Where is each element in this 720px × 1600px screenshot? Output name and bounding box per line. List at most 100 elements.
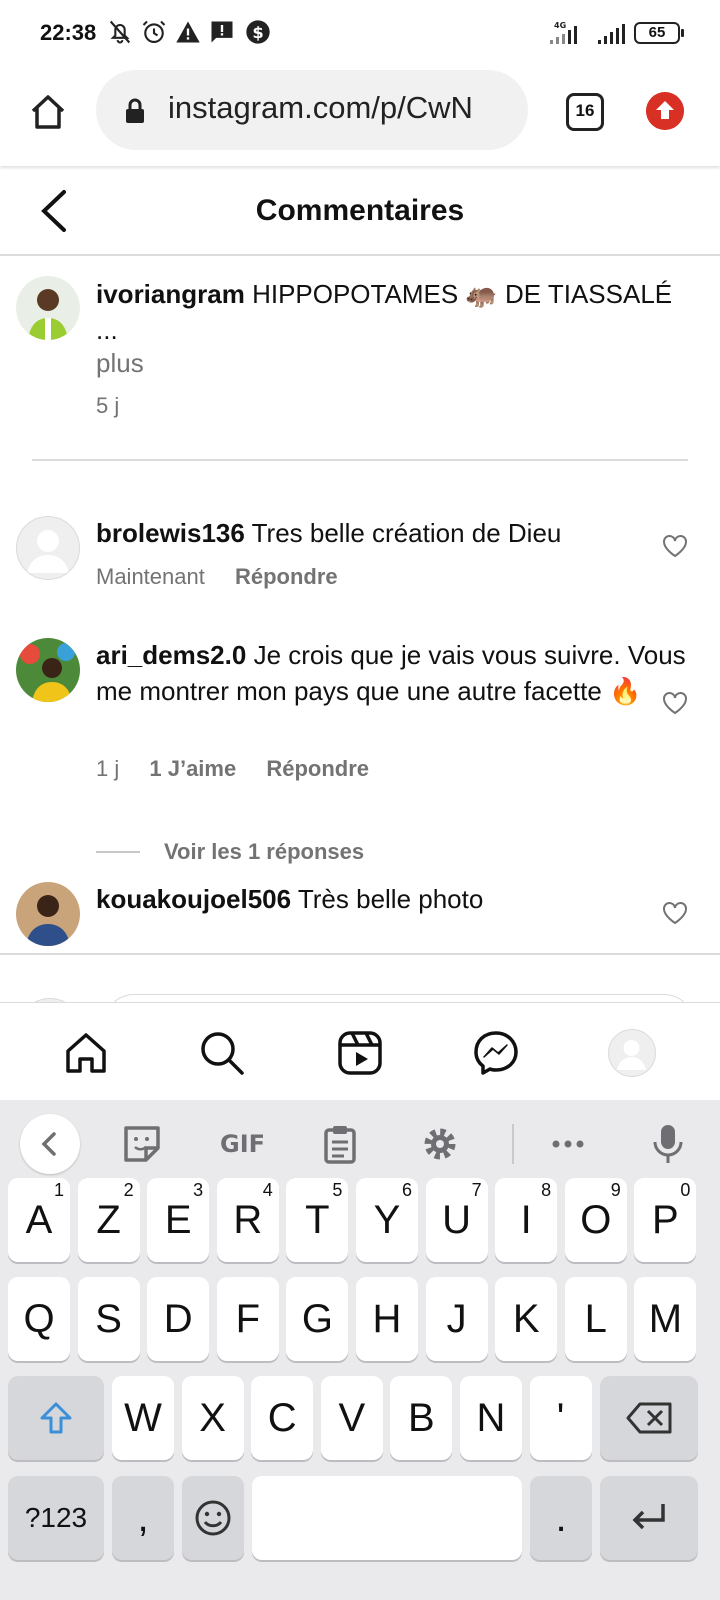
key-l[interactable]: L (564, 1277, 627, 1361)
enter-icon (632, 1504, 665, 1530)
post-username[interactable]: ivoriangram (96, 279, 245, 309)
key-z-number: 2 (123, 1180, 134, 1200)
key-apostrophe[interactable]: ' (529, 1376, 592, 1460)
key-x-label: X (199, 1396, 226, 1440)
emoji-key[interactable] (182, 1476, 244, 1560)
key-a[interactable]: A1 (8, 1178, 70, 1262)
profile-avatar[interactable] (608, 1029, 656, 1077)
comment-username[interactable]: ari_dems2.0 (96, 640, 246, 670)
key-z[interactable]: Z2 (77, 1178, 140, 1262)
message-alert-icon (211, 21, 233, 43)
comment-text: ari_dems2.0 Je crois que je vais vous su… (96, 637, 686, 709)
key-u-number: 7 (471, 1180, 482, 1200)
avatar-ivoriangram[interactable] (16, 276, 80, 340)
comment-input-divider (0, 953, 720, 955)
comment-likes[interactable]: 1 J’aime (149, 756, 236, 781)
key-e[interactable]: E3 (147, 1178, 210, 1262)
key-w[interactable]: W (112, 1376, 174, 1460)
symbols-key[interactable]: ?123 (8, 1476, 104, 1560)
key-b[interactable]: B (390, 1376, 453, 1460)
space-key[interactable] (252, 1476, 522, 1560)
more-icon[interactable] (546, 1122, 590, 1166)
like-heart-icon[interactable] (662, 534, 688, 558)
warning-icon (176, 21, 200, 43)
key-f[interactable]: F (216, 1277, 279, 1361)
key-m[interactable]: M (634, 1277, 697, 1361)
key-v-label: V (338, 1396, 366, 1440)
key-y[interactable]: Y6 (356, 1178, 418, 1262)
key-g[interactable]: G (286, 1277, 349, 1361)
avatar-ari-dems[interactable] (16, 638, 80, 702)
key-a-number: 1 (53, 1180, 64, 1200)
key-p-number: 0 (680, 1180, 691, 1200)
home-icon[interactable] (62, 1029, 110, 1077)
gear-icon[interactable] (418, 1122, 462, 1166)
comment-text: brolewis136 Tres belle création de Dieu (96, 515, 686, 551)
post-age: 5 j (96, 393, 120, 418)
backspace-key[interactable] (600, 1376, 698, 1460)
comment-body: Très belle photo (297, 884, 484, 914)
key-s-label: S (95, 1297, 122, 1341)
update-arrow-icon[interactable] (646, 92, 684, 130)
key-o[interactable]: O9 (564, 1178, 627, 1262)
key-y-number: 6 (401, 1180, 412, 1200)
view-replies-link[interactable]: Voir les 1 réponses (96, 839, 364, 865)
signal-4g-icon: 4G (550, 21, 577, 44)
messenger-icon[interactable] (472, 1029, 520, 1077)
clipboard-icon[interactable] (318, 1122, 362, 1166)
keyboard-collapse-button[interactable] (20, 1114, 80, 1174)
post-caption: ivoriangram HIPPOPOTAMES 🦛 DE TIASSALÉ (96, 276, 686, 312)
caption-ellipsis: ... (96, 315, 118, 345)
reply-button[interactable]: Répondre (235, 564, 338, 589)
key-k-label: K (512, 1297, 540, 1341)
avatar-kouakoujoel506[interactable] (16, 882, 80, 946)
url-text[interactable]: instagram.com/p/CwN (168, 90, 508, 126)
comment-username[interactable]: kouakoujoel506 (96, 884, 291, 914)
alarm-icon (142, 20, 166, 43)
url-bar[interactable]: instagram.com/p/CwN (96, 70, 528, 150)
key-c[interactable]: C (251, 1376, 314, 1460)
status-bar: 22:38 $ 4G 65 (0, 0, 720, 66)
key-n[interactable]: N (460, 1376, 522, 1460)
sticker-icon[interactable] (120, 1122, 164, 1166)
view-replies-label[interactable]: Voir les 1 réponses (164, 839, 364, 865)
comma-key[interactable]: , (112, 1476, 174, 1560)
battery-indicator: 65 (634, 22, 684, 44)
microphone-icon[interactable] (646, 1122, 690, 1166)
tab-switcher-button[interactable]: 16 (566, 93, 604, 131)
shift-key[interactable] (8, 1376, 104, 1460)
comments-list[interactable]: ivoriangram HIPPOPOTAMES 🦛 DE TIASSALÉ .… (0, 256, 720, 953)
like-heart-icon[interactable] (662, 901, 688, 925)
search-icon[interactable] (198, 1029, 246, 1077)
key-k[interactable]: K (495, 1277, 558, 1361)
key-d[interactable]: D (147, 1277, 210, 1361)
enter-key[interactable] (600, 1476, 698, 1560)
key-apostrophe-label: ' (556, 1396, 565, 1440)
like-heart-icon[interactable] (662, 691, 688, 715)
key-h-label: H (372, 1297, 402, 1341)
key-i[interactable]: I8 (495, 1178, 558, 1262)
reply-button[interactable]: Répondre (266, 756, 369, 781)
caption-more-link[interactable]: plus (96, 348, 144, 379)
key-s[interactable]: S (77, 1277, 140, 1361)
key-v[interactable]: V (320, 1376, 383, 1460)
avatar-brolewis136[interactable] (16, 516, 80, 580)
key-i-number: 8 (541, 1180, 552, 1200)
reels-icon[interactable] (336, 1029, 384, 1077)
key-x[interactable]: X (181, 1376, 244, 1460)
key-r[interactable]: R4 (216, 1178, 279, 1262)
key-e-number: 3 (193, 1180, 204, 1200)
backspace-icon (626, 1402, 672, 1434)
key-p[interactable]: P0 (634, 1178, 697, 1262)
key-t[interactable]: T5 (286, 1178, 349, 1262)
key-q[interactable]: Q (8, 1277, 70, 1361)
key-h[interactable]: H (356, 1277, 418, 1361)
key-r-number: 4 (262, 1180, 273, 1200)
key-u[interactable]: U7 (425, 1178, 488, 1262)
browser-home-icon[interactable] (28, 92, 68, 132)
key-j[interactable]: J (425, 1277, 488, 1361)
comment-username[interactable]: brolewis136 (96, 518, 245, 548)
soft-keyboard: GIF ?123 , . A1Z2E3R4T5Y6U7I8O9P0 QSDFGHJ… (0, 1100, 720, 1600)
gif-button[interactable]: GIF (220, 1130, 265, 1158)
period-key[interactable]: . (530, 1476, 592, 1560)
